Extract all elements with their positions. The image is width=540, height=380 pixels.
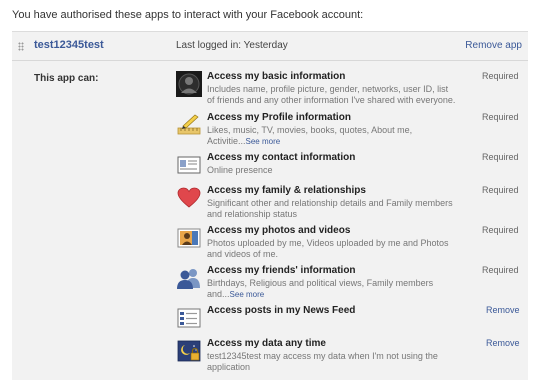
- permission-desc-text: Likes, music, TV, movies, books, quotes,…: [207, 125, 413, 146]
- permission-title: Access my basic information: [207, 71, 346, 82]
- remove-permission-link[interactable]: Remove: [486, 305, 520, 315]
- permission-desc: Birthdays, Religious and political views…: [207, 278, 457, 300]
- permission-desc-text: Includes name, profile picture, gender, …: [207, 84, 456, 105]
- remove-permission-link[interactable]: Remove: [486, 338, 520, 348]
- permission-title: Access my Profile information: [207, 112, 351, 123]
- permission-desc-text: test12345test may access my data when I'…: [207, 351, 438, 372]
- app-panel: test12345test Last logged in: Yesterday …: [12, 31, 528, 380]
- permission-title: Access my photos and videos: [207, 225, 351, 236]
- permission-title: Access posts in my News Feed: [207, 305, 356, 316]
- permission-title: Access my friends' information: [207, 265, 356, 276]
- intro-text: You have authorised these apps to intera…: [12, 9, 364, 21]
- offline-access-icon: [176, 338, 202, 364]
- permission-desc: Includes name, profile picture, gender, …: [207, 84, 457, 106]
- permission-status: Required: [482, 112, 519, 122]
- permission-title: Access my data any time: [207, 338, 326, 349]
- permission-desc: test12345test may access my data when I'…: [207, 351, 457, 373]
- heart-icon: [176, 185, 202, 211]
- permission-status: Required: [482, 225, 519, 235]
- news-feed-icon: [176, 305, 202, 331]
- permission-status: Required: [482, 71, 519, 81]
- app-name[interactable]: test12345test: [34, 39, 104, 51]
- permission-desc-text: Significant other and relationship detai…: [207, 198, 453, 219]
- app-row: test12345test Last logged in: Yesterday …: [12, 32, 528, 61]
- avatar-icon: [176, 71, 202, 97]
- permission-title: Access my family & relationships: [207, 185, 366, 196]
- app-can-label: This app can:: [34, 73, 99, 84]
- profile-info-icon: [176, 112, 202, 138]
- drag-handle-icon[interactable]: [18, 42, 24, 51]
- permission-status: Required: [482, 265, 519, 275]
- friends-icon: [176, 265, 202, 291]
- photo-icon: [176, 225, 202, 251]
- permission-desc: Online presence: [207, 165, 457, 176]
- contact-card-icon: [176, 152, 202, 178]
- last-login-text: Last logged in: Yesterday: [176, 40, 288, 51]
- permission-desc: Photos uploaded by me, Videos uploaded b…: [207, 238, 457, 260]
- permission-status: Required: [482, 152, 519, 162]
- permission-desc-text: Photos uploaded by me, Videos uploaded b…: [207, 238, 449, 259]
- permission-desc: Likes, music, TV, movies, books, quotes,…: [207, 125, 457, 147]
- permission-status: Required: [482, 185, 519, 195]
- see-more-link[interactable]: See more: [230, 290, 265, 299]
- permission-title: Access my contact information: [207, 152, 356, 163]
- permission-desc: Significant other and relationship detai…: [207, 198, 457, 220]
- permission-desc-text: Online presence: [207, 165, 273, 175]
- see-more-link[interactable]: See more: [246, 137, 281, 146]
- remove-app-link[interactable]: Remove app: [465, 40, 522, 51]
